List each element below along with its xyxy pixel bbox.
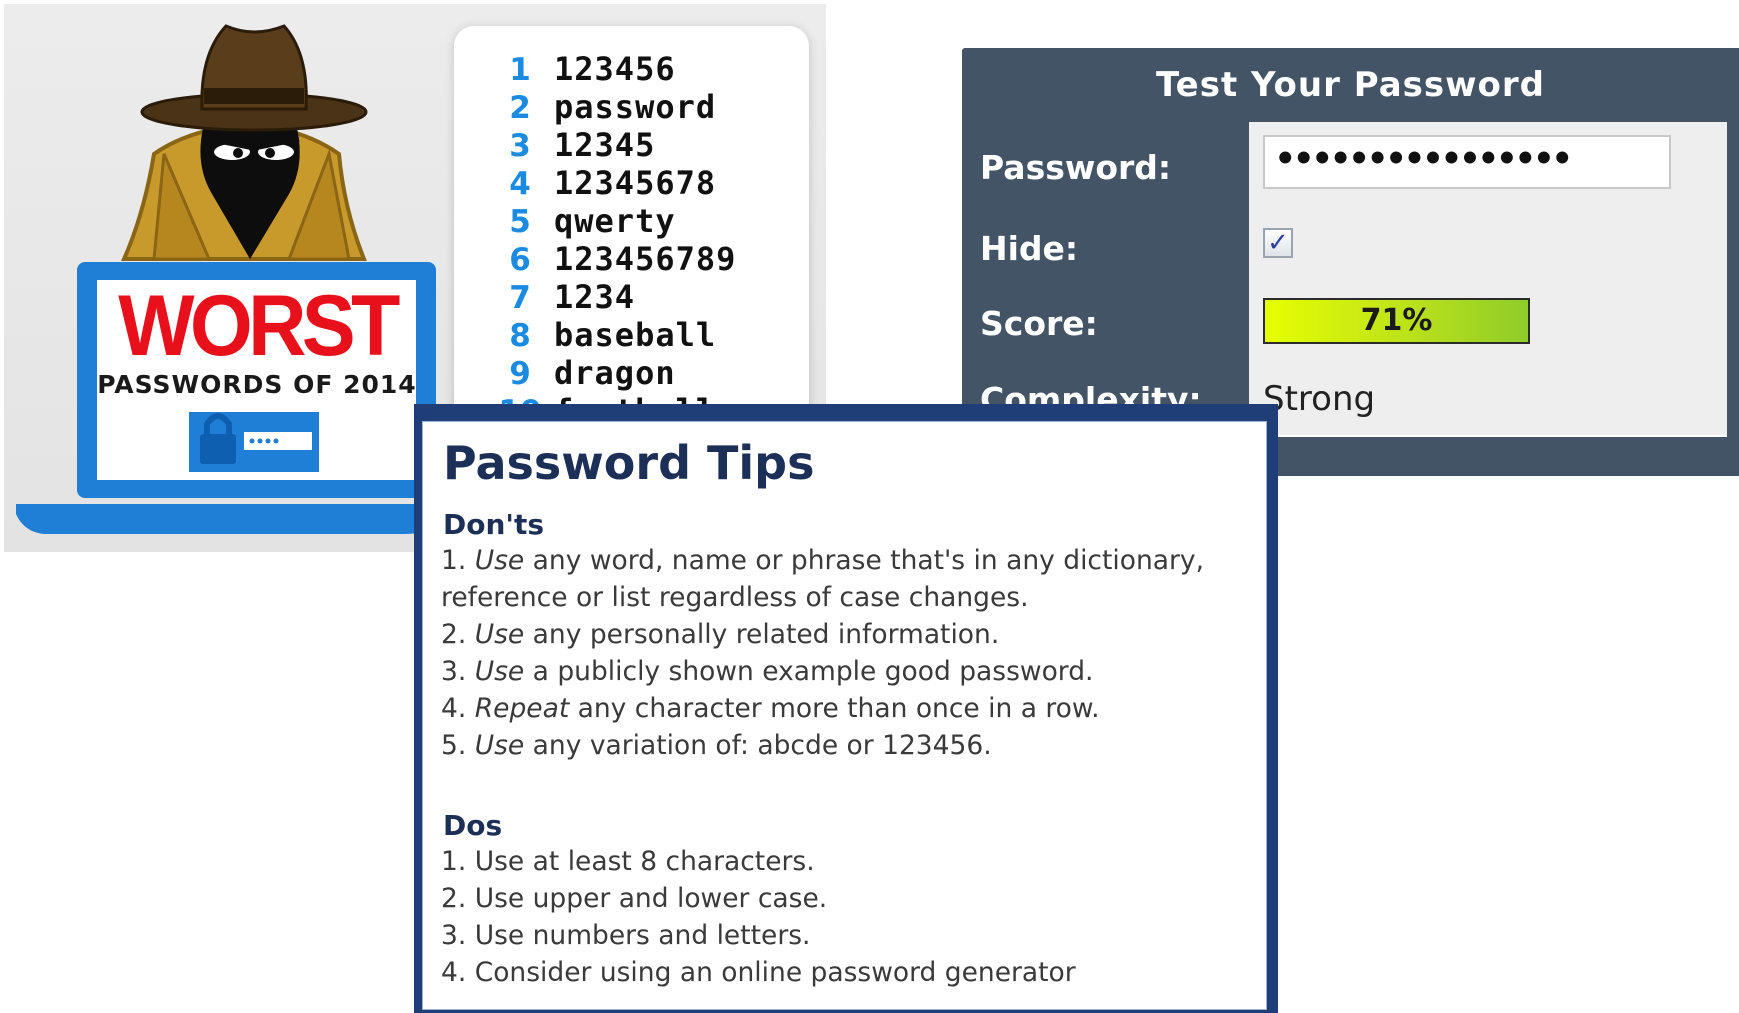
rank-number: 8 bbox=[509, 318, 531, 354]
rank-number: 3 bbox=[509, 128, 531, 164]
donts-heading: Don'ts bbox=[443, 508, 545, 541]
list-item: 2. Use any personally related informatio… bbox=[441, 616, 1204, 653]
rank-number: 5 bbox=[509, 204, 531, 240]
password-text: 1234 bbox=[554, 278, 636, 316]
lock-icon bbox=[200, 434, 236, 464]
rank-number: 6 bbox=[509, 242, 531, 278]
score-label: Score: bbox=[980, 304, 1098, 343]
hide-checkbox[interactable]: ✓ bbox=[1263, 228, 1293, 258]
score-meter: 71% bbox=[1263, 298, 1530, 344]
widget-title: Test Your Password bbox=[1155, 65, 1546, 105]
dos-heading: Dos bbox=[443, 809, 503, 842]
complexity-value: Strong bbox=[1263, 379, 1376, 419]
item-text: any word, name or phrase that's in any d… bbox=[524, 545, 1204, 576]
rank-number: 1 bbox=[509, 52, 531, 88]
list-item: 2. Use upper and lower case. bbox=[441, 883, 828, 914]
list-item: 5. Use any variation of: abcde or 123456… bbox=[441, 727, 1204, 764]
list-item: 1. Use at least 8 characters. bbox=[441, 846, 815, 877]
worst-title: WORST bbox=[118, 278, 400, 374]
item-number: 2. bbox=[441, 619, 467, 650]
list-item: 3 12345 bbox=[494, 126, 736, 164]
laptop-screen-text: WORST PASSWORDS OF 2014 bbox=[96, 278, 418, 399]
worst-subtitle: PASSWORDS OF 2014 bbox=[97, 370, 417, 399]
list-item: 3. Use a publicly shown example good pas… bbox=[441, 653, 1204, 690]
list-item: 8 baseball bbox=[494, 316, 736, 354]
checkmark-icon: ✓ bbox=[1267, 228, 1289, 258]
password-text: 123456789 bbox=[554, 240, 737, 278]
item-verb: Use bbox=[474, 656, 525, 687]
password-text: 123456 bbox=[554, 50, 676, 88]
password-text: baseball bbox=[554, 316, 717, 354]
password-row: Password: •••••••••••••••• bbox=[962, 122, 1739, 215]
hide-row: Hide: ✓ bbox=[962, 213, 1739, 286]
password-text: password bbox=[554, 88, 717, 126]
score-cell: 71% bbox=[1249, 284, 1727, 365]
widget-bottom-border bbox=[1210, 438, 1739, 448]
tips-title: Password Tips bbox=[443, 436, 815, 490]
list-item: 6 123456789 bbox=[494, 240, 736, 278]
password-tips-card: Password Tips Don'ts 1. Use any word, na… bbox=[414, 404, 1278, 1013]
item-verb: Use bbox=[474, 545, 525, 576]
item-text: a publicly shown example good password. bbox=[524, 656, 1094, 687]
item-number: 3. bbox=[441, 656, 467, 687]
item-verb: Use bbox=[474, 730, 525, 761]
laptop-base bbox=[16, 504, 454, 534]
password-text: 12345 bbox=[554, 126, 656, 164]
item-number: 4. bbox=[441, 693, 467, 724]
list-item: 2 password bbox=[494, 88, 736, 126]
list-item: 4 12345678 bbox=[494, 164, 736, 202]
item-number: 1. bbox=[441, 545, 467, 576]
tips-content: Password Tips Don'ts 1. Use any word, na… bbox=[422, 421, 1267, 1010]
item-number: 5. bbox=[441, 730, 467, 761]
list-item: 1 123456 bbox=[494, 50, 736, 88]
score-row: Score: 71% bbox=[962, 284, 1739, 365]
rank-number: 7 bbox=[509, 280, 531, 316]
list-item: 3. Use numbers and letters. bbox=[441, 920, 811, 951]
list-item: 5 qwerty bbox=[494, 202, 736, 240]
password-text: dragon bbox=[554, 354, 676, 392]
worst-passwords-list: 1 123456 2 password 3 12345 4 12345678 5 qwer… bbox=[494, 50, 736, 430]
item-text: any personally related information. bbox=[524, 619, 1000, 650]
hide-cell: ✓ bbox=[1249, 213, 1727, 286]
list-item: 4. Consider using an online password gen… bbox=[441, 957, 1076, 988]
rank-number: 9 bbox=[509, 356, 531, 392]
list-item: reference or list regardless of case cha… bbox=[441, 579, 1204, 616]
donts-list: 1. Use any word, name or phrase that's i… bbox=[441, 542, 1204, 764]
item-text: any variation of: abcde or 123456. bbox=[524, 730, 992, 761]
item-text: reference or list regardless of case cha… bbox=[441, 582, 1029, 613]
rank-number: 4 bbox=[509, 166, 531, 202]
item-text: any character more than once in a row. bbox=[569, 693, 1100, 724]
complexity-cell: Strong bbox=[1249, 363, 1727, 437]
score-value: 71% bbox=[1360, 303, 1433, 338]
hide-label: Hide: bbox=[980, 229, 1079, 268]
password-input[interactable]: •••••••••••••••• bbox=[1263, 135, 1671, 189]
list-item: 1. Use any word, name or phrase that's i… bbox=[441, 542, 1204, 579]
dos-list: 1. Use at least 8 characters. 2. Use upp… bbox=[441, 843, 1076, 991]
password-text: qwerty bbox=[554, 202, 676, 240]
list-item: 9 dragon bbox=[494, 354, 736, 392]
password-cell: •••••••••••••••• bbox=[1249, 122, 1727, 215]
rank-number: 2 bbox=[509, 90, 531, 126]
list-item: 4. Repeat any character more than once i… bbox=[441, 690, 1204, 727]
item-verb: Repeat bbox=[474, 693, 570, 724]
item-verb: Use bbox=[474, 619, 525, 650]
list-item: 7 1234 bbox=[494, 278, 736, 316]
password-label: Password: bbox=[980, 148, 1172, 187]
password-text: 12345678 bbox=[554, 164, 717, 202]
